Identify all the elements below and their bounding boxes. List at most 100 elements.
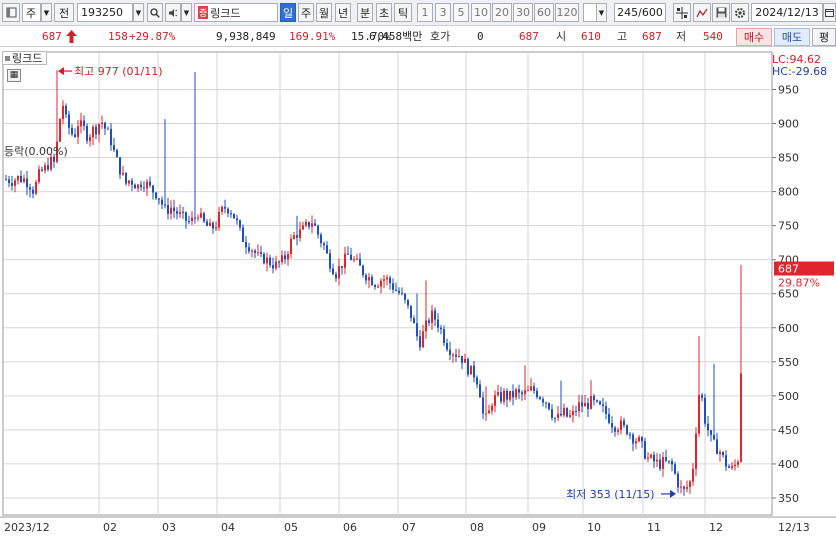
candle-body: [350, 254, 352, 260]
x-tick-label: 09: [532, 521, 546, 534]
candlestick-chart[interactable]: 3504004505005506006507007508008509009502…: [0, 49, 836, 539]
candle-body: [101, 122, 103, 125]
candle-body: [707, 423, 709, 431]
candle-body: [629, 434, 631, 436]
candle-body: [44, 165, 46, 171]
buy-button[interactable]: 매수: [736, 28, 772, 46]
period-minute-button[interactable]: 분: [357, 3, 373, 22]
interval-5-button[interactable]: 5: [453, 3, 469, 22]
candle-body: [26, 178, 28, 188]
interval-label: 30: [516, 6, 530, 19]
interval-1-button[interactable]: 1: [417, 3, 433, 22]
y-tick-label: 450: [778, 424, 799, 437]
period-label: 월: [318, 6, 330, 20]
candle-body: [116, 150, 118, 158]
date-field[interactable]: 2024/12/13: [751, 3, 823, 22]
series-legend[interactable]: 링크드: [2, 51, 48, 65]
interval-3-button[interactable]: 3: [435, 3, 451, 22]
calendar-icon[interactable]: [823, 3, 836, 22]
settings-gear-icon[interactable]: [731, 3, 749, 22]
y-tick-label: 750: [778, 220, 799, 233]
candle-body: [632, 434, 634, 444]
period-year-button[interactable]: 년: [335, 3, 351, 22]
unit-label: 주: [26, 6, 37, 20]
interval-30-button[interactable]: 30: [513, 3, 533, 22]
series-name: 링크드: [12, 52, 43, 65]
candle-body: [158, 198, 160, 200]
period-day-button[interactable]: 일: [280, 3, 296, 22]
candle-body: [434, 310, 436, 320]
interval-20-button[interactable]: 20: [492, 3, 512, 22]
candle-body: [293, 235, 295, 239]
candle-body: [641, 436, 643, 442]
candle-body: [551, 409, 553, 418]
unit-selector[interactable]: 주: [22, 3, 41, 22]
candle-body: [179, 211, 181, 214]
y-tick-label: 600: [778, 322, 799, 335]
candle-body: [263, 253, 265, 264]
candle-body: [38, 169, 40, 182]
ask-price: 687: [519, 30, 539, 43]
candle-body: [377, 286, 379, 288]
stock-name-field[interactable]: 증 링크드: [194, 3, 278, 22]
price-chart[interactable]: 350 400 450 500 550 600 650 700 750 800 850 900 950 2…: [0, 49, 836, 539]
period-second-button[interactable]: 초: [376, 3, 392, 22]
high-price: 687: [642, 30, 662, 43]
candle-body: [374, 285, 376, 288]
candle-body: [410, 305, 412, 318]
candle-body: [98, 124, 100, 135]
candle-body: [20, 176, 22, 182]
current-price-label: 687: [778, 263, 799, 276]
code-dropdown-icon[interactable]: ▼: [133, 3, 144, 22]
candle-body: [482, 397, 484, 414]
period-month-button[interactable]: 월: [316, 3, 332, 22]
candle-body: [47, 165, 49, 170]
candle-body: [710, 430, 712, 435]
interval-60-button[interactable]: 60: [534, 3, 554, 22]
grid-table-icon[interactable]: ▦: [7, 69, 21, 82]
save-icon[interactable]: [712, 3, 730, 22]
sell-button[interactable]: 매도: [774, 28, 810, 46]
period-label: 분: [359, 6, 371, 20]
candle-body: [560, 413, 562, 416]
interval-120-button[interactable]: 120: [555, 3, 579, 22]
y-tick-label: 850: [778, 152, 799, 165]
stock-code-input[interactable]: 193250: [77, 3, 133, 22]
interval-label: 60: [537, 6, 551, 19]
candle-body: [725, 455, 727, 467]
unit-dropdown-icon[interactable]: ▼: [41, 3, 52, 22]
current-percent-label: 29.87%: [778, 277, 820, 290]
interval-10-button[interactable]: 10: [471, 3, 491, 22]
open-price: 610: [581, 30, 601, 43]
period-tick-button[interactable]: 틱: [394, 3, 412, 22]
candle-body: [362, 265, 364, 276]
period-week-button[interactable]: 주: [298, 3, 314, 22]
candle-body: [218, 211, 220, 228]
crosshair-icon[interactable]: [673, 3, 691, 22]
market-button[interactable]: 전: [54, 3, 74, 22]
evaluation-button[interactable]: 평: [812, 28, 836, 46]
speaker-icon[interactable]: [165, 3, 181, 22]
window-icon[interactable]: [2, 3, 20, 22]
x-tick-label: 12/13: [778, 521, 810, 534]
candle-body: [320, 234, 322, 244]
candle-body: [335, 274, 337, 279]
candle-body: [107, 128, 109, 130]
candle-body: [50, 156, 52, 170]
candle-body: [71, 127, 73, 135]
candle-body: [203, 213, 205, 222]
sound-dropdown-icon[interactable]: ▼: [181, 3, 192, 22]
candle-body: [137, 184, 139, 189]
candle-body: [296, 235, 298, 238]
change-percent: +29.87%: [129, 30, 176, 43]
candle-body: [650, 454, 652, 458]
candle-body: [512, 391, 514, 398]
interval-dropdown-icon[interactable]: ▼: [596, 3, 607, 22]
line-tool-icon[interactable]: [693, 3, 711, 22]
interval-label: 5: [457, 6, 465, 19]
candle-body: [626, 425, 628, 435]
chart-toolbar: 주 ▼ 전 193250 ▼ ▼ 증 링크드 일 주 월 년 분 초 틱 1 3…: [0, 0, 836, 26]
data-count-field[interactable]: 245/600: [614, 3, 666, 22]
search-icon[interactable]: [147, 3, 163, 22]
open-label: 시: [556, 30, 567, 43]
